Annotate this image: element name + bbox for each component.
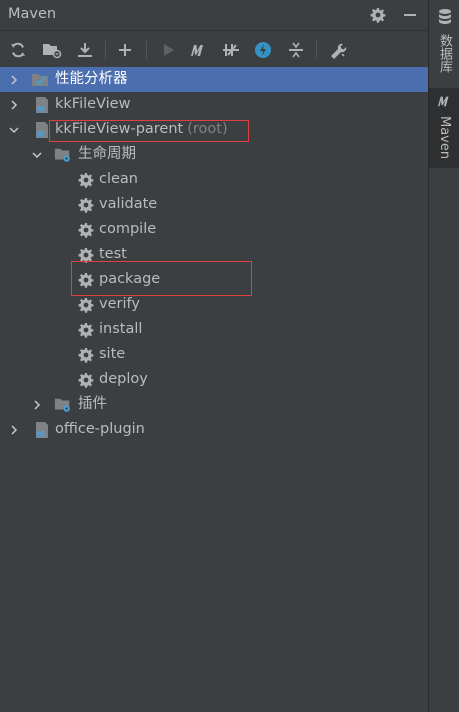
lifecycle-goal-compile[interactable]: compile bbox=[0, 217, 428, 242]
tab-database[interactable]: 数据库 bbox=[429, 4, 459, 84]
tree-item-label: kkFileView-parent bbox=[55, 121, 184, 137]
profiler-folder-icon bbox=[31, 71, 49, 89]
reload-icon[interactable] bbox=[7, 39, 29, 61]
lifecycle-goal-deploy[interactable]: deploy bbox=[0, 367, 428, 392]
goal-gear-icon bbox=[77, 296, 95, 314]
tree-item-label: office-plugin bbox=[55, 421, 145, 437]
tree-item-label: verify bbox=[99, 296, 140, 312]
tree-item-label: compile bbox=[99, 221, 157, 237]
tree-item-profiler[interactable]: 性能分析器 bbox=[0, 67, 428, 92]
tab-maven[interactable]: Maven bbox=[429, 88, 459, 168]
lifecycle-goal-package[interactable]: package bbox=[0, 267, 428, 292]
chevron-down-icon[interactable] bbox=[6, 117, 22, 142]
goal-gear-icon bbox=[77, 321, 95, 339]
collapse-all-icon[interactable] bbox=[285, 39, 307, 61]
goal-gear-icon bbox=[77, 196, 95, 214]
tree-item-label: clean bbox=[99, 171, 138, 187]
download-icon[interactable] bbox=[74, 39, 96, 61]
goal-gear-icon bbox=[77, 221, 95, 239]
chevron-right-icon[interactable] bbox=[6, 417, 22, 442]
root-suffix: (root) bbox=[187, 121, 228, 137]
toolbar-separator bbox=[146, 41, 147, 59]
add-folder-icon[interactable] bbox=[41, 39, 63, 61]
goal-gear-icon bbox=[77, 371, 95, 389]
maven-projects-tree: 性能分析器 kkFileView kkFileView-parent (root) bbox=[0, 67, 428, 442]
lifecycle-goal-site[interactable]: site bbox=[0, 342, 428, 367]
minimize-icon[interactable] bbox=[400, 5, 420, 25]
panel-title: Maven bbox=[8, 6, 57, 22]
lifecycle-goal-install[interactable]: install bbox=[0, 317, 428, 342]
add-icon[interactable] bbox=[114, 39, 136, 61]
lifecycle-goal-verify[interactable]: verify bbox=[0, 292, 428, 317]
tree-item-root-module[interactable]: kkFileView-parent (root) bbox=[0, 117, 428, 142]
plugins-folder-icon bbox=[54, 396, 72, 414]
lifecycle-goal-test[interactable]: test bbox=[0, 242, 428, 267]
tree-item-plugins[interactable]: 插件 bbox=[0, 392, 428, 417]
tree-item-module[interactable]: kkFileView bbox=[0, 92, 428, 117]
toggle-offline-icon[interactable] bbox=[220, 39, 242, 61]
maven-toolbar bbox=[0, 31, 428, 68]
chevron-right-icon[interactable] bbox=[29, 392, 45, 417]
tree-item-label: validate bbox=[99, 196, 158, 212]
goal-gear-icon bbox=[77, 246, 95, 264]
tree-item-label: 生命周期 bbox=[78, 146, 136, 162]
tree-item-label: install bbox=[99, 321, 143, 337]
maven-m-icon bbox=[436, 94, 454, 112]
maven-panel: Maven 性能分析器 kkFileView kkFileView-parent… bbox=[0, 0, 428, 712]
toolbar-separator bbox=[316, 41, 317, 59]
goal-gear-icon bbox=[77, 271, 95, 289]
tab-maven-label: Maven bbox=[437, 116, 452, 160]
tree-item-lifecycle[interactable]: 生命周期 bbox=[0, 142, 428, 167]
lifecycle-goal-validate[interactable]: validate bbox=[0, 192, 428, 217]
chevron-down-icon[interactable] bbox=[29, 142, 45, 167]
wrench-icon[interactable] bbox=[327, 39, 349, 61]
tree-item-label: test bbox=[99, 246, 127, 262]
maven-module-icon bbox=[33, 96, 51, 114]
chevron-right-icon[interactable] bbox=[6, 92, 22, 117]
right-tool-window-bar: 数据库 Maven bbox=[428, 0, 459, 712]
tree-item-label: 性能分析器 bbox=[55, 71, 128, 87]
goal-gear-icon bbox=[77, 171, 95, 189]
panel-header: Maven bbox=[0, 0, 428, 31]
database-icon bbox=[437, 8, 453, 30]
skip-tests-icon[interactable] bbox=[252, 39, 274, 61]
chevron-right-icon[interactable] bbox=[6, 67, 22, 92]
tree-item-label: deploy bbox=[99, 371, 148, 387]
maven-module-icon bbox=[33, 421, 51, 439]
gear-icon[interactable] bbox=[368, 5, 388, 25]
lifecycle-goal-clean[interactable]: clean bbox=[0, 167, 428, 192]
tree-item-module[interactable]: office-plugin bbox=[0, 417, 428, 442]
maven-module-icon bbox=[33, 121, 51, 139]
tree-item-label-group: kkFileView-parent (root) bbox=[55, 117, 228, 142]
goal-gear-icon bbox=[77, 346, 95, 364]
run-icon[interactable] bbox=[157, 39, 179, 61]
tab-database-label: 数据库 bbox=[437, 34, 452, 73]
tree-item-label: site bbox=[99, 346, 126, 362]
maven-goal-icon[interactable] bbox=[188, 39, 210, 61]
toolbar-separator bbox=[105, 41, 106, 59]
tree-item-label: kkFileView bbox=[55, 96, 131, 112]
lifecycle-folder-icon bbox=[54, 146, 72, 164]
tree-item-label: 插件 bbox=[78, 396, 107, 412]
tree-item-label: package bbox=[99, 271, 161, 287]
